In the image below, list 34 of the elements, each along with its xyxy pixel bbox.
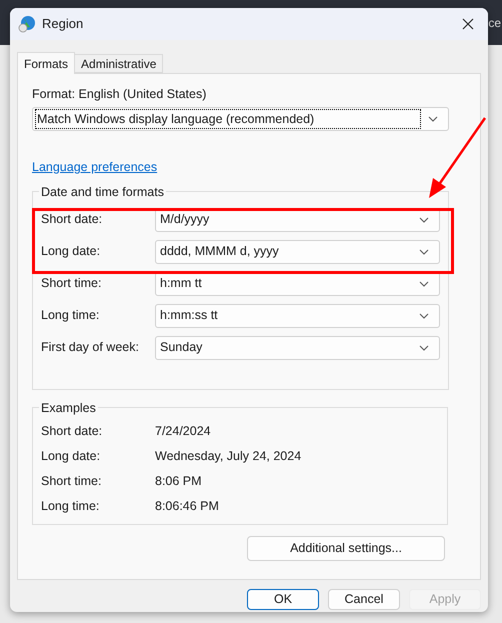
dropdown[interactable]: Sunday <box>155 336 440 360</box>
format-label: Format: English (United States) <box>32 86 208 101</box>
field-label: Short time: <box>41 275 102 292</box>
chevron-down-icon <box>428 116 438 122</box>
background-text: ce <box>488 15 501 32</box>
example-value: 7/24/2024 <box>155 423 211 440</box>
globe-icon <box>18 15 36 33</box>
dropdown[interactable]: Match Windows display language (recommended) <box>32 107 449 131</box>
chevron-down-icon <box>419 280 429 287</box>
example-label: Long date: <box>41 448 102 466</box>
tab[interactable]: Administrative <box>75 54 164 73</box>
language-preferences-link[interactable]: Language preferences <box>32 158 158 177</box>
example-value: 8:06:46 PM <box>155 498 219 516</box>
example-label: Short date: <box>41 423 104 440</box>
chevron-down-icon <box>419 216 429 223</box>
example-label: Short time: <box>41 473 102 490</box>
field-label: Short date: <box>41 211 104 228</box>
example-value: Wednesday, July 24, 2024 <box>155 448 302 466</box>
field-label: First day of week: <box>41 339 140 356</box>
field-label: Long time: <box>41 307 100 324</box>
chevron-down-icon <box>419 344 429 351</box>
chevron-down-icon <box>419 312 429 319</box>
example-value: 8:06 PM <box>155 473 202 490</box>
dialog-button[interactable]: Cancel <box>328 589 400 610</box>
close-icon[interactable] <box>462 18 474 30</box>
chevron-down-icon <box>419 248 429 255</box>
window-title: Region <box>42 15 84 34</box>
dropdown[interactable]: h:mm:ss tt <box>155 304 440 328</box>
dialog-button[interactable]: OK <box>247 589 319 610</box>
example-label: Long time: <box>41 498 100 516</box>
field-label: Long date: <box>41 243 102 260</box>
tab[interactable]: Formats <box>17 52 76 74</box>
dropdown[interactable]: dddd, MMMM d, yyyy <box>155 240 440 264</box>
additional-settings-button[interactable]: Additional settings... <box>247 536 445 561</box>
